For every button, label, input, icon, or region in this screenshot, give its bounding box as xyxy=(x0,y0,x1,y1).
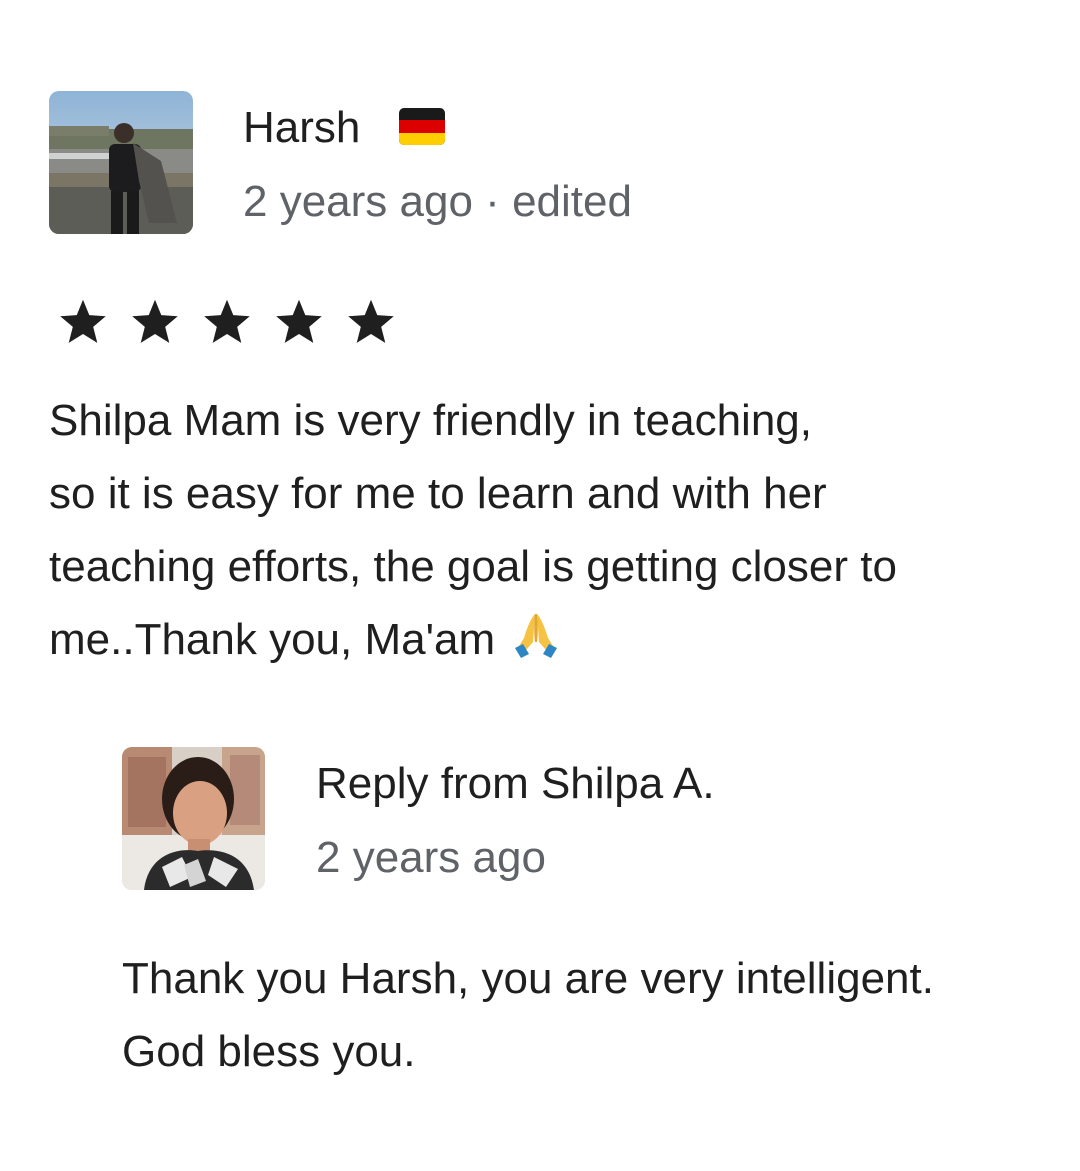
review-meta: 2 years ago · edited xyxy=(243,172,632,232)
star-icon xyxy=(57,295,109,347)
star-icon xyxy=(273,295,325,347)
review-text-line: me..Thank you, Ma'am xyxy=(49,615,496,664)
review-card: Harsh 2 years ago · edited Shilpa Mam is… xyxy=(0,0,1080,1171)
review-text-line: Shilpa Mam is very friendly in teaching, xyxy=(49,396,812,445)
reviewer-name[interactable]: Harsh xyxy=(243,98,360,158)
star-icon xyxy=(345,295,397,347)
owner-avatar[interactable] xyxy=(122,747,265,890)
review-text: Shilpa Mam is very friendly in teaching,… xyxy=(49,384,1049,676)
meta-separator: · xyxy=(485,177,500,226)
review-time: 2 years ago xyxy=(243,177,473,226)
reviewer-avatar[interactable] xyxy=(49,91,193,234)
edited-label: edited xyxy=(512,177,632,226)
reply-text: Thank you Harsh, you are very intelligen… xyxy=(122,942,1062,1088)
reply-text-line: God bless you. xyxy=(122,1027,416,1076)
star-icon xyxy=(201,295,253,347)
reply-time: 2 years ago xyxy=(316,833,546,882)
folded-hands-icon xyxy=(511,610,561,660)
reply-title: Reply from Shilpa A. xyxy=(316,759,715,808)
reply-text-line: Thank you Harsh, you are very intelligen… xyxy=(122,954,934,1003)
review-text-line-last: me..Thank you, Ma'am xyxy=(49,603,1049,676)
star-rating xyxy=(57,295,397,347)
germany-flag-icon xyxy=(399,108,445,145)
review-text-line: teaching efforts, the goal is getting cl… xyxy=(49,542,897,591)
star-icon xyxy=(129,295,181,347)
review-text-line: so it is easy for me to learn and with h… xyxy=(49,469,827,518)
